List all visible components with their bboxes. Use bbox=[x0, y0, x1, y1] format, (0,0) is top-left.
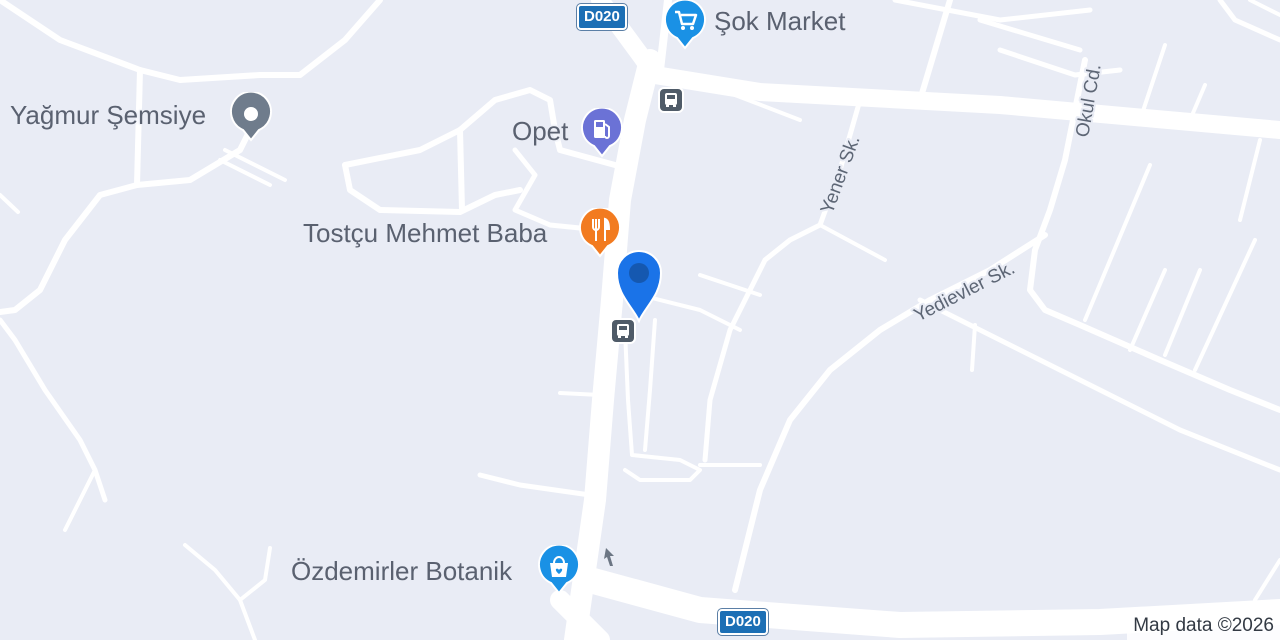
highway-shield-south: D020 bbox=[718, 609, 768, 635]
poi-label-ozdemirler-botanik: Özdemirler Botanik bbox=[291, 556, 513, 586]
location-pin-icon[interactable] bbox=[611, 245, 667, 323]
shopping-bag-icon[interactable] bbox=[537, 545, 581, 595]
street-label-yener: Yener Sk. bbox=[817, 133, 865, 217]
bus-glyph bbox=[665, 93, 677, 107]
poi-label-tostcu-mehmet-baba: Tostçu Mehmet Baba bbox=[303, 218, 548, 248]
shopping-cart-icon[interactable] bbox=[663, 0, 707, 50]
fuel-pump-icon[interactable] bbox=[580, 108, 624, 158]
bus-stop-icon[interactable] bbox=[658, 87, 684, 113]
direction-arrow-icon bbox=[604, 548, 614, 566]
bus-glyph bbox=[617, 324, 629, 338]
map-attribution: Map data ©2026 bbox=[1127, 612, 1280, 640]
poi-label-sok-market: Şok Market bbox=[714, 6, 846, 36]
highway-shield-north: D020 bbox=[577, 4, 627, 30]
map-canvas[interactable]: Yener Sk. Yedievler Sk. Okul Cd. D020 D0… bbox=[0, 0, 1280, 640]
place-dot-icon[interactable] bbox=[229, 92, 273, 142]
poi-label-opet: Opet bbox=[512, 116, 569, 146]
poi-label-yagmur-semsiye: Yağmur Şemsiye bbox=[10, 100, 207, 130]
street-label-yedievler: Yedievler Sk. bbox=[911, 258, 1019, 327]
